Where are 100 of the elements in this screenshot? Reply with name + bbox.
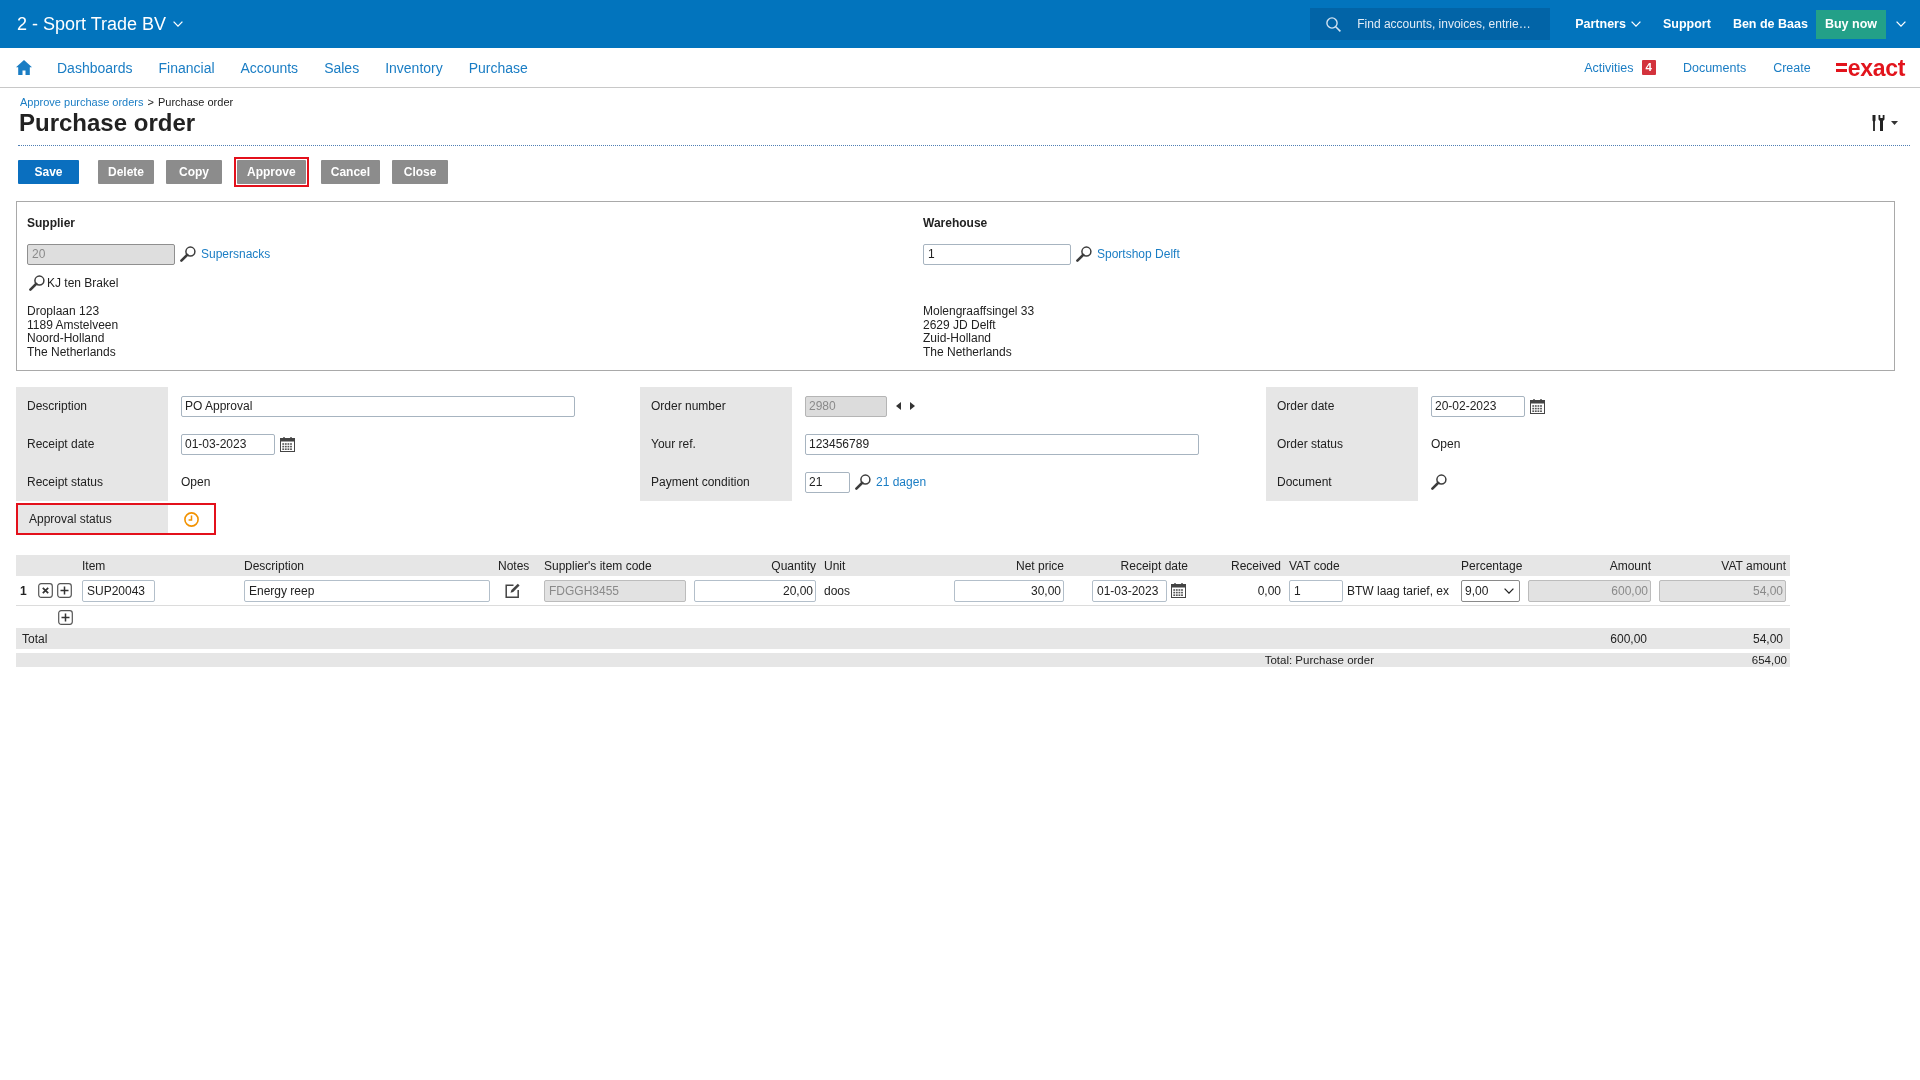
nav-link[interactable]: Purchase [468, 59, 528, 76]
column-header: Supplier's item code [544, 558, 652, 573]
field-label: Order number [640, 387, 792, 426]
add-icon[interactable] [58, 609, 73, 625]
add-icon[interactable] [57, 583, 72, 599]
column-header: Quantity [771, 558, 816, 573]
code-field[interactable]: 1 [923, 243, 1071, 265]
chevron-down-icon [1630, 21, 1641, 27]
column-header: VAT code [1289, 558, 1340, 573]
top-link[interactable]: Partners [1575, 17, 1641, 31]
line-number: 1 [20, 583, 27, 598]
nav-link[interactable]: Financial [158, 59, 215, 76]
count-badge: 4 [1641, 60, 1656, 75]
section-heading: Supplier [27, 215, 75, 231]
cell-value: 0,00 [1257, 583, 1281, 598]
payment-condition-link[interactable]: 21 dagen [876, 475, 927, 490]
clock-icon [184, 511, 199, 527]
nav-link[interactable]: Inventory [385, 59, 443, 76]
logo-text: exact [1847, 56, 1905, 79]
address-line: Noord-Holland [27, 332, 106, 346]
text-field[interactable]: 123456789 [805, 433, 1199, 455]
date-field[interactable]: 20-02-2023 [1431, 395, 1525, 417]
column-header: VAT amount [1721, 558, 1786, 573]
field-value: Open [1431, 437, 1461, 452]
search-icon[interactable] [1431, 474, 1447, 491]
breadcrumb-current: Purchase order [157, 95, 234, 109]
text-field[interactable]: 20,00 [694, 579, 816, 602]
action-button[interactable]: Copy [166, 160, 223, 184]
grand-total-label: Total: Purchase order [1264, 654, 1374, 667]
total-label: Total [22, 631, 48, 646]
action-button[interactable]: Cancel [320, 160, 381, 184]
column-header: Amount [1609, 558, 1651, 573]
calendar-icon[interactable] [280, 436, 295, 452]
column-header: Unit [824, 558, 846, 573]
field-value: Open [181, 475, 211, 490]
column-header: Percentage [1461, 558, 1523, 573]
date-field[interactable]: 01-03-2023 [181, 433, 275, 455]
field-label: Document [1266, 463, 1418, 502]
top-link[interactable]: Ben de Baas [1732, 17, 1808, 31]
buy-now-button[interactable]: Buy now [1815, 9, 1886, 39]
edit-note-icon[interactable] [505, 583, 520, 599]
breadcrumb-link[interactable]: Approve purchase orders [20, 95, 144, 109]
search-field[interactable]: Find accounts, invoices, entrie… [1310, 8, 1551, 40]
nav-link[interactable]: Dashboards [57, 59, 133, 76]
party-name-link[interactable]: Supersnacks [201, 247, 271, 261]
nav-link[interactable]: Accounts [240, 59, 299, 76]
breadcrumb-separator: > [147, 95, 154, 109]
field-label: Receipt date [16, 425, 168, 464]
search-input[interactable]: Find accounts, invoices, entrie… [1357, 17, 1549, 31]
grand-total-value: 654,00 [1751, 654, 1787, 667]
text-field[interactable]: SUP20043 [82, 579, 155, 602]
address-line: The Netherlands [923, 345, 1013, 360]
logo-mark-icon [1835, 63, 1847, 72]
cell-value: doos [824, 583, 851, 598]
column-header: Description [244, 558, 305, 573]
calendar-icon[interactable] [1171, 583, 1186, 599]
text-field[interactable]: PO Approval [181, 395, 575, 417]
nav-link[interactable]: Sales [324, 59, 360, 76]
remove-icon[interactable] [38, 583, 53, 599]
text-field[interactable]: 30,00 [954, 579, 1064, 602]
action-button[interactable]: Delete [98, 160, 155, 184]
total-amount: 600,00 [1610, 631, 1647, 646]
address-line: The Netherlands [27, 345, 117, 360]
search-icon[interactable] [855, 474, 871, 491]
action-button[interactable]: Approve [237, 160, 306, 184]
field-label: Order status [1266, 425, 1418, 464]
save-button[interactable]: Save [18, 160, 79, 184]
address-line: 2629 JD Delft [923, 318, 996, 333]
column-header: Net price [1015, 558, 1064, 573]
percentage-select[interactable]: 9,00 [1461, 579, 1520, 602]
text-field[interactable]: Energy reep [244, 579, 490, 602]
top-link[interactable]: Support [1662, 17, 1711, 31]
search-icon[interactable] [1076, 246, 1092, 262]
search-icon[interactable] [180, 246, 196, 262]
tools-menu-button[interactable] [1872, 114, 1898, 131]
column-header: Received [1230, 558, 1281, 573]
party-name-link[interactable]: Sportshop Delft [1097, 247, 1180, 261]
date-field[interactable]: 01-03-2023 [1092, 579, 1167, 602]
vat-description: BTW laag tarief, ex [1347, 583, 1450, 598]
contact-name: KJ ten Brakel [47, 276, 119, 290]
page-title: Purchase order [19, 109, 196, 136]
chevron-down-icon [1896, 21, 1906, 27]
code-field[interactable]: 21 [805, 471, 850, 493]
calendar-icon[interactable] [1530, 398, 1545, 414]
tools-icon [1872, 114, 1886, 131]
nav-action-link[interactable]: Documents [1682, 60, 1747, 75]
home-icon[interactable] [16, 60, 32, 75]
chevron-down-icon [173, 21, 184, 27]
company-switcher[interactable]: 2 - Sport Trade BV [17, 13, 184, 35]
action-button[interactable]: Close [392, 160, 449, 184]
field-label: Approval status [18, 505, 168, 534]
address-line: Molengraaffsingel 33 [923, 305, 1035, 319]
chevron-down-icon [1504, 587, 1514, 594]
address-line: Droplaan 123 [27, 305, 101, 319]
caret-down-icon [1891, 120, 1898, 125]
search-icon[interactable] [29, 275, 45, 291]
nav-action-link[interactable]: Activities 4 [1584, 60, 1656, 75]
nav-action-link[interactable]: Create [1773, 60, 1811, 75]
vat-code-field[interactable]: 1 [1289, 579, 1343, 602]
section-heading: Warehouse [923, 215, 988, 231]
